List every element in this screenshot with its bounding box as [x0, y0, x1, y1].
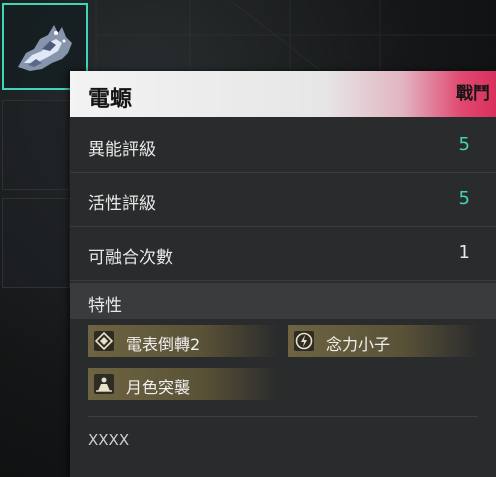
stat-value: 1: [458, 242, 470, 263]
divider: [88, 416, 478, 417]
traits-header: 特性: [70, 283, 496, 319]
traits-title: 特性: [88, 296, 122, 316]
diamond-icon: [94, 331, 114, 351]
stat-label: 異能評級: [88, 140, 156, 160]
category-tag: 戰鬥: [456, 84, 490, 104]
trait-chip[interactable]: 月色突襲: [88, 368, 278, 400]
item-detail-panel: 電螈 戰鬥 異能評級 5 活性評級 5 可融合次數 1 特性 電表倒轉2 念力小…: [70, 71, 496, 477]
lightning-circle-icon: [294, 331, 314, 351]
item-name: 電螈: [88, 87, 133, 112]
stat-row: 異能評級 5: [70, 119, 496, 173]
stat-label: 活性評級: [88, 194, 156, 214]
stat-row: 可融合次數 1: [70, 227, 496, 281]
trait-label: 電表倒轉2: [126, 335, 201, 354]
stat-label: 可融合次數: [88, 248, 173, 268]
stat-value: 5: [458, 134, 470, 155]
item-header: 電螈 戰鬥: [70, 71, 496, 117]
trait-chip[interactable]: 電表倒轉2: [88, 325, 278, 357]
figure-icon: [94, 374, 114, 394]
trait-label: 月色突襲: [126, 378, 191, 397]
trait-chip[interactable]: 念力小子: [288, 325, 478, 357]
stat-value: 5: [458, 188, 470, 209]
item-description: XXXX: [88, 431, 130, 449]
trait-label: 念力小子: [326, 335, 391, 354]
inventory-slot[interactable]: [2, 100, 70, 190]
inventory-slot[interactable]: [2, 198, 70, 288]
stat-row: 活性評級 5: [70, 173, 496, 227]
